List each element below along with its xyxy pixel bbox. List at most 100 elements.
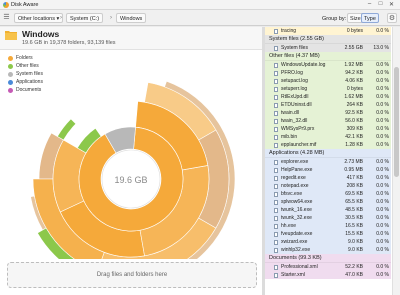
list-item[interactable]: splwow64.exe 65.5 KB 0.0 % — [265, 198, 391, 206]
scrollbar-thumb[interactable] — [394, 67, 399, 177]
list-item[interactable]: WindowsUpdate.log 1.92 MB 0.0 % — [265, 61, 391, 69]
breadcrumb-system-c[interactable]: System (C:) — [66, 13, 104, 23]
list-item[interactable]: hh.exe 16.5 KB 0.0 % — [265, 222, 391, 230]
item-percent: 0.0 % — [376, 167, 389, 173]
item-percent: 0.0 % — [376, 215, 389, 221]
item-percent: 0.0 % — [376, 191, 389, 197]
list-item[interactable]: twain.dll 92.5 KB 0.0 % — [265, 109, 391, 117]
item-size: 47.0 KB — [345, 272, 363, 278]
file-icon — [274, 111, 278, 116]
folder-stats: 19.6 GB in 19,378 folders, 93,139 files — [22, 40, 116, 46]
list-item[interactable]: fveupdate.exe 15.5 KB 0.0 % — [265, 230, 391, 238]
file-icon — [274, 273, 278, 278]
toolbar: ☰ Other locations ▾ › System (C:) › Wind… — [0, 10, 400, 26]
file-icon — [274, 240, 278, 245]
file-icon — [274, 224, 278, 229]
item-percent: 0.0 % — [376, 78, 389, 84]
list-item[interactable]: bfsvc.exe 69.5 KB 0.0 % — [265, 190, 391, 198]
item-size: 52.2 KB — [345, 264, 363, 270]
item-percent: 0.0 % — [376, 62, 389, 68]
item-size: 9.0 KB — [347, 239, 363, 245]
list-item[interactable]: setupact.log 4.06 KB 0.0 % — [265, 77, 391, 85]
list-item[interactable]: twunk_16.exe 48.5 KB 0.0 % — [265, 206, 391, 214]
group-by-type-button[interactable]: Type — [361, 13, 379, 23]
item-size: 264 KB — [346, 102, 363, 108]
list-item[interactable]: twain_32.dll 56.0 KB 0.0 % — [265, 117, 391, 125]
drop-zone-label: Drag files and folders here — [96, 272, 168, 278]
item-size: 1.92 MB — [344, 62, 363, 68]
legend-label: Applications — [16, 79, 43, 85]
item-percent: 0.0 % — [376, 70, 389, 76]
item-name: notepad.exe — [281, 183, 309, 189]
file-icon — [274, 192, 278, 197]
list-item[interactable]: System files 2.55 GB 13.0 % — [265, 44, 391, 52]
list-item[interactable]: Starter.xml 47.0 KB 0.0 % — [265, 271, 391, 279]
item-size: 0 bytes — [346, 28, 363, 34]
list-item[interactable]: notepad.exe 208 KB 0.0 % — [265, 182, 391, 190]
item-name: twain.dll — [281, 110, 300, 116]
list-item[interactable]: WMSysPr9.prx 309 KB 0.0 % — [265, 125, 391, 133]
group-header[interactable]: Documents (99.3 KB) — [265, 254, 391, 263]
list-item[interactable]: HelpPane.exe 0.95 MB 0.0 % — [265, 166, 391, 174]
item-size: 0.95 MB — [344, 167, 363, 173]
file-icon — [274, 103, 278, 108]
list-item[interactable]: PFRO.log 94.2 KB 0.0 % — [265, 69, 391, 77]
list-item[interactable]: Professional.xml 52.2 KB 0.0 % — [265, 263, 391, 271]
maximize-icon[interactable]: □ — [376, 1, 385, 7]
item-percent: 0.0 % — [376, 134, 389, 140]
group-header[interactable]: System files (2.55 GB) — [265, 35, 391, 44]
item-name: fveupdate.exe — [281, 231, 313, 237]
list-item[interactable]: twunk_32.exe 30.5 KB 0.0 % — [265, 214, 391, 222]
item-name: explorer.exe — [281, 159, 309, 165]
close-icon[interactable]: ✕ — [387, 1, 396, 8]
item-size: 48.5 KB — [345, 207, 363, 213]
item-name: PFRO.log — [281, 70, 303, 76]
item-size: 0 bytes — [346, 86, 363, 92]
list-item[interactable]: mib.bin 42.1 KB 0.0 % — [265, 133, 391, 141]
item-percent: 0.0 % — [376, 126, 389, 132]
group-header[interactable]: Other files (4.37 MB) — [265, 52, 391, 61]
breadcrumb-windows[interactable]: Windows — [116, 13, 147, 23]
breadcrumb-other-locations[interactable]: Other locations ▾ — [14, 13, 64, 23]
list-item[interactable]: explorer.exe 2.73 MB 0.0 % — [265, 158, 391, 166]
list-item[interactable]: xwizard.exe 9.0 KB 0.0 % — [265, 238, 391, 246]
item-name: hh.exe — [281, 223, 297, 229]
item-percent: 0.0 % — [376, 102, 389, 108]
list-item[interactable]: regedit.exe 417 KB 0.0 % — [265, 174, 391, 182]
item-name: winhlp32.exe — [281, 247, 311, 253]
chevron-right-icon: › — [110, 15, 112, 21]
list-item[interactable]: winhlp32.exe 9.0 KB 0.0 % — [265, 246, 391, 254]
list-item[interactable]: ETDUninst.dll 264 KB 0.0 % — [265, 101, 391, 109]
item-name: Starter.xml — [281, 272, 305, 278]
menu-icon[interactable]: ☰ — [2, 13, 11, 22]
list-item[interactable]: setuperr.log 0 bytes 0.0 % — [265, 85, 391, 93]
list-item[interactable]: epplauncher.mif 1.28 KB 0.0 % — [265, 141, 391, 149]
item-size: 208 KB — [346, 183, 363, 189]
item-size: 30.5 KB — [345, 215, 363, 221]
file-icon — [274, 95, 278, 100]
file-icon — [274, 265, 278, 270]
settings-icon[interactable]: ⚙ — [387, 13, 397, 23]
item-name: System files — [281, 45, 308, 51]
item-name: bfsvc.exe — [281, 191, 303, 197]
item-size: 16.5 KB — [345, 223, 363, 229]
item-size: 65.5 KB — [345, 199, 363, 205]
item-percent: 13.0 % — [373, 45, 389, 51]
list-item[interactable]: tracing 0 bytes 0.0 % — [265, 27, 391, 35]
file-icon — [274, 248, 278, 253]
file-icon — [274, 143, 278, 148]
item-size: 69.5 KB — [345, 191, 363, 197]
vertical-scrollbar[interactable] — [392, 27, 400, 295]
folder-icon — [5, 31, 17, 40]
minimize-icon[interactable]: – — [365, 1, 374, 7]
item-size: 309 KB — [346, 126, 363, 132]
drop-zone[interactable]: Drag files and folders here — [7, 262, 257, 288]
item-percent: 0.0 % — [376, 199, 389, 205]
sunburst-segment-other-files[interactable] — [56, 118, 77, 141]
item-size: 94.2 KB — [345, 70, 363, 76]
item-name: regedit.exe — [281, 175, 306, 181]
item-percent: 0.0 % — [376, 94, 389, 100]
group-header[interactable]: Applications (4.28 MB) — [265, 149, 391, 158]
title-bar: Disk Aware – □ ✕ — [0, 0, 400, 10]
list-item[interactable]: RtlExUpd.dll 1.62 MB 0.0 % — [265, 93, 391, 101]
